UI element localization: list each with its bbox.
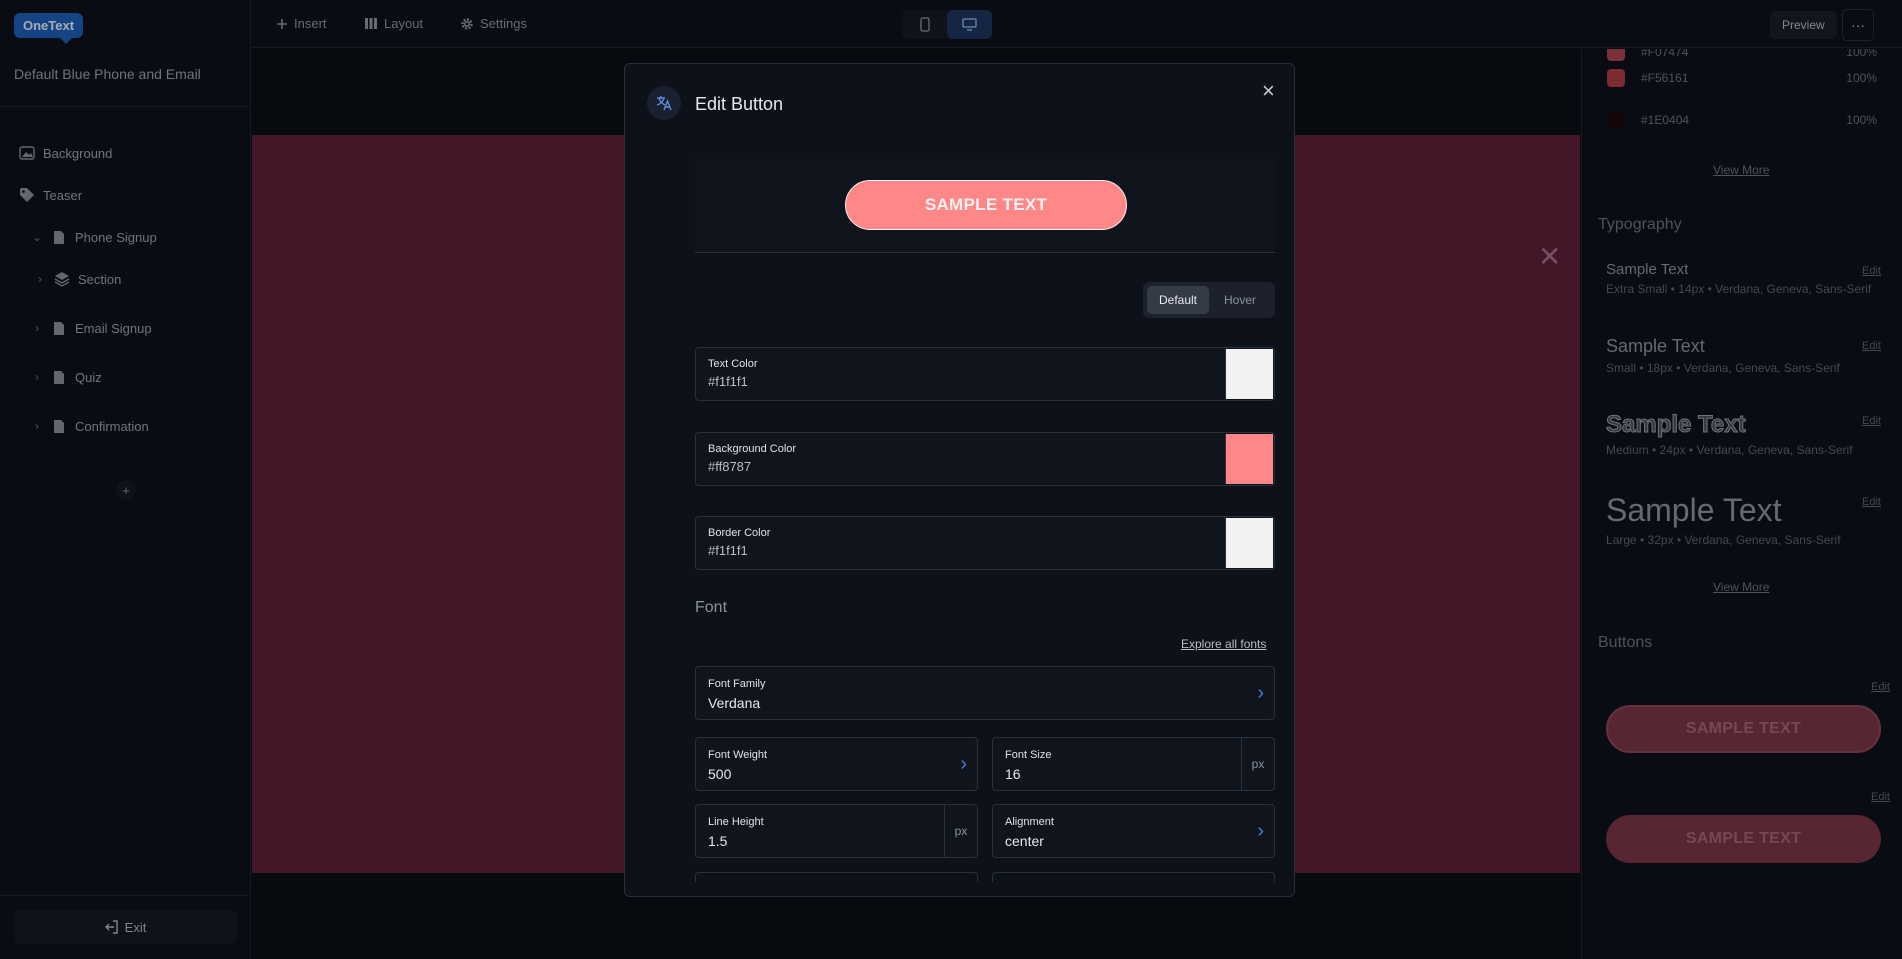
font-section-heading: Font: [695, 599, 728, 616]
tab-hover[interactable]: Hover: [1209, 286, 1271, 314]
field-label: Font Weight: [708, 749, 768, 761]
font-weight-select[interactable]: Font Weight 500 ›: [695, 737, 978, 791]
text-color-input[interactable]: #f1f1f1: [708, 374, 748, 389]
line-height-field[interactable]: Line Height 1.5 px: [695, 804, 978, 858]
text-color-field[interactable]: Text Color #f1f1f1: [695, 347, 1275, 401]
edit-button-modal: Edit Button × SAMPLE TEXT Default Hover …: [624, 63, 1295, 897]
line-height-input[interactable]: 1.5: [708, 833, 727, 849]
explore-fonts-link[interactable]: Explore all fonts: [1181, 637, 1266, 651]
field-label: Text Color: [708, 358, 758, 370]
field-label: Font Size: [1005, 749, 1052, 761]
translate-icon: [647, 86, 681, 120]
field-label: Alignment: [1005, 816, 1054, 828]
chevron-right-icon: ›: [1257, 682, 1264, 704]
alignment-select[interactable]: Alignment center ›: [992, 804, 1275, 858]
field-label: Line Height: [708, 816, 764, 828]
chevron-right-icon: ›: [960, 753, 967, 775]
partially-visible-field[interactable]: [695, 872, 978, 882]
tab-default[interactable]: Default: [1147, 286, 1209, 314]
close-icon[interactable]: ×: [1262, 80, 1275, 102]
alignment-value: center: [1005, 833, 1044, 849]
sample-button-preview[interactable]: SAMPLE TEXT: [845, 180, 1127, 230]
field-label: Font Family: [708, 678, 766, 690]
border-color-field[interactable]: Border Color #f1f1f1: [695, 516, 1275, 570]
background-color-swatch[interactable]: [1225, 434, 1273, 484]
background-color-input[interactable]: #ff8787: [708, 459, 751, 474]
partially-visible-field[interactable]: [992, 872, 1275, 882]
border-color-input[interactable]: #f1f1f1: [708, 543, 748, 558]
font-family-value: Verdana: [708, 695, 761, 711]
button-preview-area: SAMPLE TEXT: [695, 159, 1275, 253]
field-label: Border Color: [708, 527, 771, 539]
font-size-input[interactable]: 16: [1005, 766, 1021, 782]
text-color-swatch[interactable]: [1225, 349, 1273, 399]
state-toggle: Default Hover: [1143, 282, 1275, 318]
font-size-field[interactable]: Font Size 16 px: [992, 737, 1275, 791]
font-weight-value: 500: [708, 766, 732, 782]
chevron-right-icon: ›: [1257, 820, 1264, 842]
background-color-field[interactable]: Background Color #ff8787: [695, 432, 1275, 486]
border-color-swatch[interactable]: [1225, 518, 1273, 568]
unit-label: px: [1241, 738, 1274, 790]
font-family-select[interactable]: Font Family Verdana ›: [695, 666, 1275, 720]
unit-label: px: [944, 805, 977, 857]
field-label: Background Color: [708, 443, 797, 455]
modal-title: Edit Button: [695, 94, 784, 114]
